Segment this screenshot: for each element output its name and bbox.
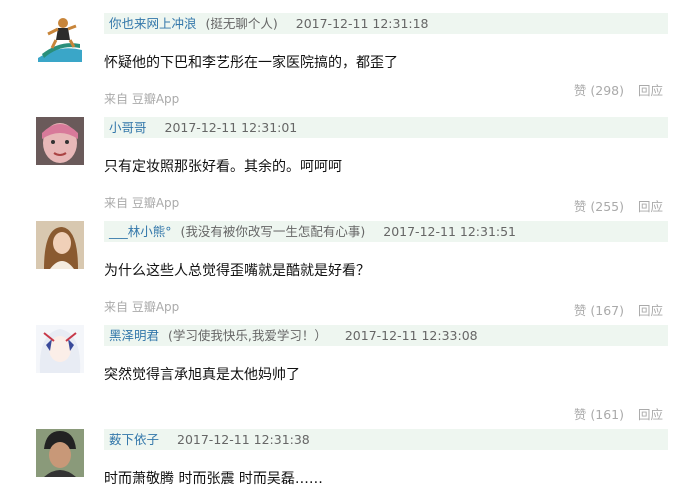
comment-source: 来自 豆瓣App: [104, 194, 179, 211]
man-portrait-avatar[interactable]: [36, 429, 84, 477]
woman-portrait-avatar[interactable]: [36, 221, 84, 269]
username-link[interactable]: 你也来网上冲浪: [109, 16, 197, 31]
like-button[interactable]: 赞 (255): [574, 199, 624, 214]
username-link[interactable]: 黑泽明君: [109, 328, 159, 343]
user-signature: (学习使我快乐,我爱学习！）: [168, 328, 327, 343]
comment-source: 来自 豆瓣App: [104, 298, 179, 315]
comment-header: 薮下依子 2017-12-11 12:31:38: [104, 429, 668, 450]
comment-text: 只有定妆照那张好看。其余的。呵呵呵: [104, 159, 342, 175]
comment-text: 突然觉得言承旭真是太他妈帅了: [104, 367, 300, 383]
reply-button[interactable]: 回应: [638, 83, 663, 98]
username-link[interactable]: ___林小熊°: [109, 224, 172, 239]
reply-button[interactable]: 回应: [638, 303, 663, 318]
comment-actions: 赞 (167) 回应: [574, 300, 663, 319]
comment-time: 2017-12-11 12:31:01: [164, 120, 298, 135]
username-link[interactable]: 薮下依子: [109, 432, 159, 447]
comment-header: 小哥哥 2017-12-11 12:31:01: [104, 117, 668, 138]
source-app-link[interactable]: 豆瓣App: [132, 92, 179, 106]
comment-header: 黑泽明君 (学习使我快乐,我爱学习！） 2017-12-11 12:33:08: [104, 325, 668, 346]
comment-actions: 赞 (161) 回应: [574, 404, 663, 423]
source-prefix: 来自: [104, 196, 132, 210]
user-signature: (挺无聊个人): [205, 16, 278, 31]
comment-text: 为什么这些人总觉得歪嘴就是酷就是好看？: [104, 263, 370, 279]
comment-time: 2017-12-11 12:31:18: [295, 16, 429, 31]
comment-source: 来自 豆瓣App: [104, 90, 179, 107]
like-button[interactable]: 赞 (167): [574, 303, 624, 318]
reply-button[interactable]: 回应: [638, 407, 663, 422]
comment-text: 怀疑他的下巴和李艺彤在一家医院搞的，都歪了: [104, 55, 398, 71]
source-app-link[interactable]: 豆瓣App: [132, 196, 179, 210]
source-app-link[interactable]: 豆瓣App: [132, 300, 179, 314]
source-prefix: 来自: [104, 300, 132, 314]
comment-header: ___林小熊° (我没有被你改写一生怎配有心事) 2017-12-11 12:3…: [104, 221, 668, 242]
comment-actions: 赞 (298) 回应: [574, 80, 663, 99]
user-signature: (我没有被你改写一生怎配有心事): [180, 224, 366, 239]
like-button[interactable]: 赞 (298): [574, 83, 624, 98]
username-link[interactable]: 小哥哥: [109, 120, 147, 135]
anime-girl-avatar[interactable]: [36, 325, 84, 373]
comment-actions: 赞 (255) 回应: [574, 196, 663, 215]
comment-time: 2017-12-11 12:31:38: [177, 432, 310, 447]
comment-header: 你也来网上冲浪 (挺无聊个人) 2017-12-11 12:31:18: [104, 13, 668, 34]
like-button[interactable]: 赞 (161): [574, 407, 624, 422]
comment-time: 2017-12-11 12:33:08: [344, 328, 478, 343]
reply-button[interactable]: 回应: [638, 199, 663, 214]
surfer-emoji-avatar[interactable]: [36, 14, 84, 62]
comment-time: 2017-12-11 12:31:51: [383, 224, 517, 239]
comment-text: 时而萧敬腾 时而张震 时而吴磊……: [104, 471, 323, 487]
girl-selfie-avatar[interactable]: [36, 117, 84, 165]
source-prefix: 来自: [104, 92, 132, 106]
